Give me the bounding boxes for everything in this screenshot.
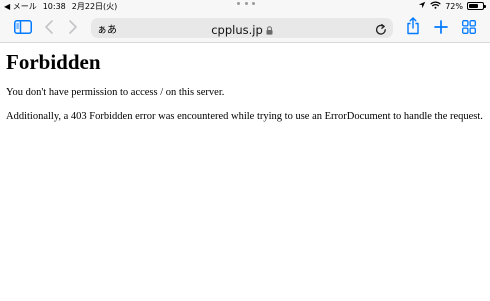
status-time: 10:38: [42, 2, 66, 11]
forward-chevron-icon[interactable]: [69, 20, 77, 34]
toolbar-divider: [0, 42, 490, 43]
error-message-primary: You don't have permission to access / on…: [6, 87, 225, 98]
page-content: Forbidden You don't have permission to a…: [6, 44, 486, 134]
url-display[interactable]: cpplus.jp: [91, 20, 393, 39]
back-to-app-link[interactable]: ◀ メール: [4, 1, 37, 12]
page-heading: Forbidden: [6, 50, 101, 74]
error-message-secondary: Additionally, a 403 Forbidden error was …: [6, 110, 483, 122]
battery-icon: [467, 2, 486, 10]
dot-icon: [237, 2, 240, 5]
battery-nub: [484, 5, 486, 8]
location-icon: [418, 1, 426, 11]
sidebar-toggle-icon[interactable]: [14, 20, 32, 34]
new-tab-plus-icon[interactable]: [434, 20, 448, 34]
dot-icon: [252, 2, 255, 5]
status-left: ◀ メール 10:38 2月22日(火): [4, 1, 117, 12]
wifi-icon: [430, 1, 441, 11]
reload-icon[interactable]: [375, 21, 387, 40]
status-date: 2月22日(火): [71, 2, 118, 11]
dot-icon: [244, 2, 248, 5]
battery-percent: 72%: [445, 1, 463, 11]
battery-fill: [469, 4, 479, 8]
status-bar: ◀ メール 10:38 2月22日(火) 72%: [0, 0, 490, 14]
url-text: cpplus.jp: [211, 22, 263, 37]
status-right: 72%: [418, 1, 486, 11]
share-icon[interactable]: [406, 17, 420, 35]
tab-overview-icon[interactable]: [462, 20, 476, 34]
multitasking-dots[interactable]: [237, 2, 255, 5]
back-chevron-icon[interactable]: [45, 20, 53, 34]
lock-icon: [266, 20, 273, 39]
address-bar[interactable]: ぁあ cpplus.jp: [91, 18, 393, 38]
